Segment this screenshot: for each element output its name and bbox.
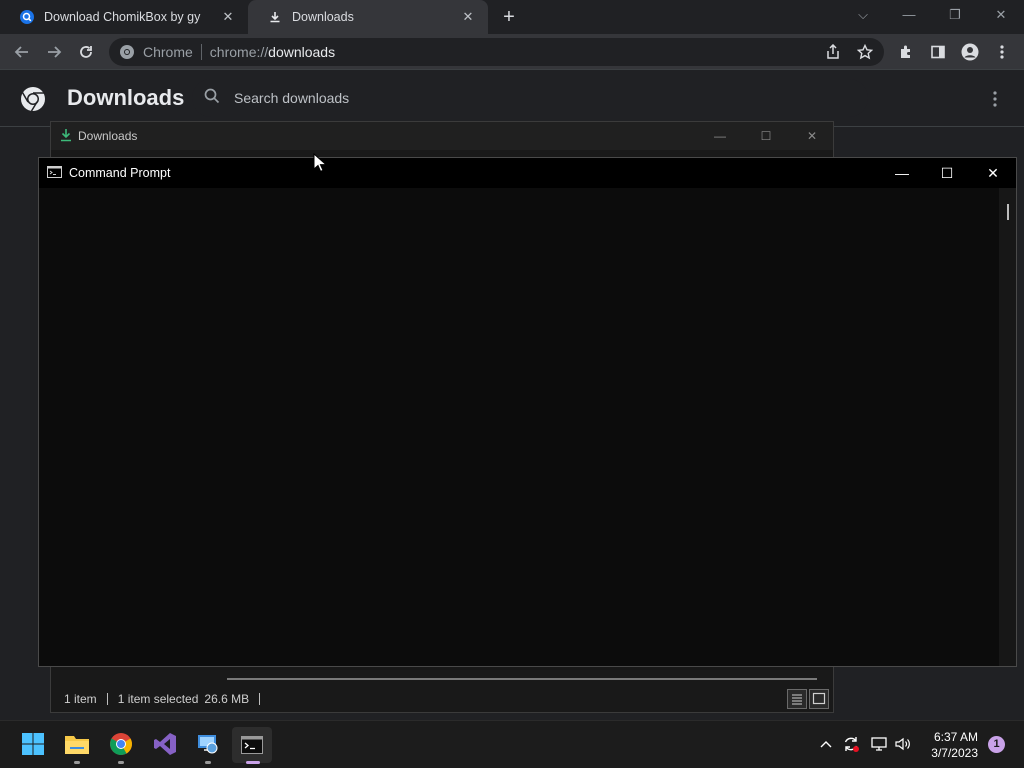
tab-strip: Download ChomikBox by gy ✕ Downloads ✕ +… [0, 0, 1024, 34]
search-input[interactable] [234, 90, 834, 106]
tab-title: Download ChomikBox by gy [44, 10, 201, 24]
chrome-site-icon [119, 44, 135, 60]
visual-studio-icon[interactable] [152, 731, 178, 757]
window-close-button[interactable]: ✕ [986, 4, 1016, 26]
chrome-logo-icon [20, 86, 46, 117]
mouse-pointer-icon [313, 152, 328, 173]
forward-icon[interactable] [42, 40, 66, 64]
share-icon[interactable] [825, 43, 841, 63]
notification-badge[interactable]: 1 [988, 736, 1005, 753]
tab-title: Downloads [292, 10, 354, 24]
explorer-maximize-button[interactable]: ☐ [754, 126, 778, 146]
selection-size: 26.6 MB [204, 692, 250, 706]
back-icon[interactable] [10, 40, 34, 64]
cmd-app-icon [47, 165, 62, 181]
show-hidden-icons-icon[interactable] [817, 735, 835, 753]
window-minimize-button[interactable]: — [894, 4, 924, 26]
more-actions-icon[interactable] [992, 89, 998, 109]
status-divider [106, 693, 108, 705]
start-icon[interactable] [20, 731, 46, 757]
search-icon [204, 88, 220, 109]
tab-downloads[interactable]: Downloads ✕ [248, 0, 488, 34]
running-indicator [74, 761, 80, 764]
scrollbar-thumb[interactable] [1007, 204, 1009, 220]
cmd-maximize-button[interactable]: ☐ [932, 162, 962, 184]
item-count: 1 item [64, 692, 97, 706]
browser-menu-icon[interactable] [990, 40, 1014, 64]
window-restore-button[interactable]: ❐ [940, 4, 970, 26]
download-folder-icon [60, 128, 72, 145]
new-tab-button[interactable]: + [499, 7, 519, 27]
sync-icon[interactable] [842, 735, 860, 753]
bookmark-star-icon[interactable] [856, 43, 874, 63]
running-indicator [205, 761, 211, 764]
explorer-minimize-button[interactable]: — [708, 126, 732, 146]
page-title: Downloads [67, 85, 185, 110]
explorer-status-bar: 1 item 1 item selected 26.6 MB [51, 686, 833, 712]
profile-avatar-icon[interactable] [958, 40, 982, 64]
tab-close-icon[interactable]: ✕ [460, 9, 476, 25]
search-favicon-icon [20, 10, 34, 24]
running-indicator [118, 761, 124, 764]
volume-icon[interactable] [894, 735, 912, 753]
tiles-view-icon[interactable] [809, 689, 829, 709]
tab-search-icon[interactable]: ⌵ [848, 4, 878, 26]
tab-chomikbox[interactable]: Download ChomikBox by gy ✕ [0, 0, 248, 34]
chrome-icon[interactable] [108, 731, 134, 757]
omnibox-separator [200, 44, 202, 60]
explorer-close-button[interactable]: ✕ [800, 126, 824, 146]
terminal-icon[interactable] [232, 727, 272, 763]
cmd-close-button[interactable]: ✕ [978, 162, 1008, 184]
url-scheme: chrome:// [209, 44, 269, 60]
cmd-title: Command Prompt [69, 166, 171, 180]
browser-toolbar: Chrome chrome:// downloads [0, 34, 1024, 70]
clock-time: 6:37 AM [933, 730, 978, 744]
address-bar[interactable]: Chrome chrome:// downloads [109, 38, 884, 66]
clock-date: 3/7/2023 [931, 746, 978, 760]
system-clock[interactable]: 6:37 AM 3/7/2023 [931, 729, 978, 761]
reload-icon[interactable] [74, 40, 98, 64]
tab-close-icon[interactable]: ✕ [220, 9, 236, 25]
explorer-title: Downloads [78, 129, 138, 143]
extensions-icon[interactable] [894, 40, 918, 64]
horizontal-scrollbar[interactable] [227, 678, 817, 680]
explorer-titlebar[interactable]: Downloads — ☐ ✕ [51, 122, 833, 150]
side-panel-icon[interactable] [926, 40, 950, 64]
console-area[interactable] [39, 188, 999, 666]
url-host: downloads [268, 44, 336, 60]
selection-count: 1 item selected [117, 692, 199, 706]
download-favicon-icon [268, 10, 282, 24]
active-indicator [246, 761, 260, 764]
network-icon[interactable] [870, 735, 888, 753]
cmd-minimize-button[interactable]: — [887, 162, 917, 184]
file-explorer-icon[interactable] [64, 731, 90, 757]
details-view-icon[interactable] [787, 689, 807, 709]
status-divider [259, 693, 261, 705]
search-downloads-box[interactable] [192, 79, 868, 117]
control-panel-icon[interactable] [195, 731, 221, 757]
command-prompt-window[interactable]: Command Prompt — ☐ ✕ [38, 157, 1017, 667]
cmd-titlebar[interactable]: Command Prompt — ☐ ✕ [39, 158, 1016, 188]
vertical-scrollbar[interactable] [999, 188, 1016, 666]
taskbar: 6:37 AM 3/7/2023 1 [0, 720, 1024, 768]
downloads-header: Downloads [0, 71, 1024, 127]
site-chip: Chrome [143, 44, 193, 60]
